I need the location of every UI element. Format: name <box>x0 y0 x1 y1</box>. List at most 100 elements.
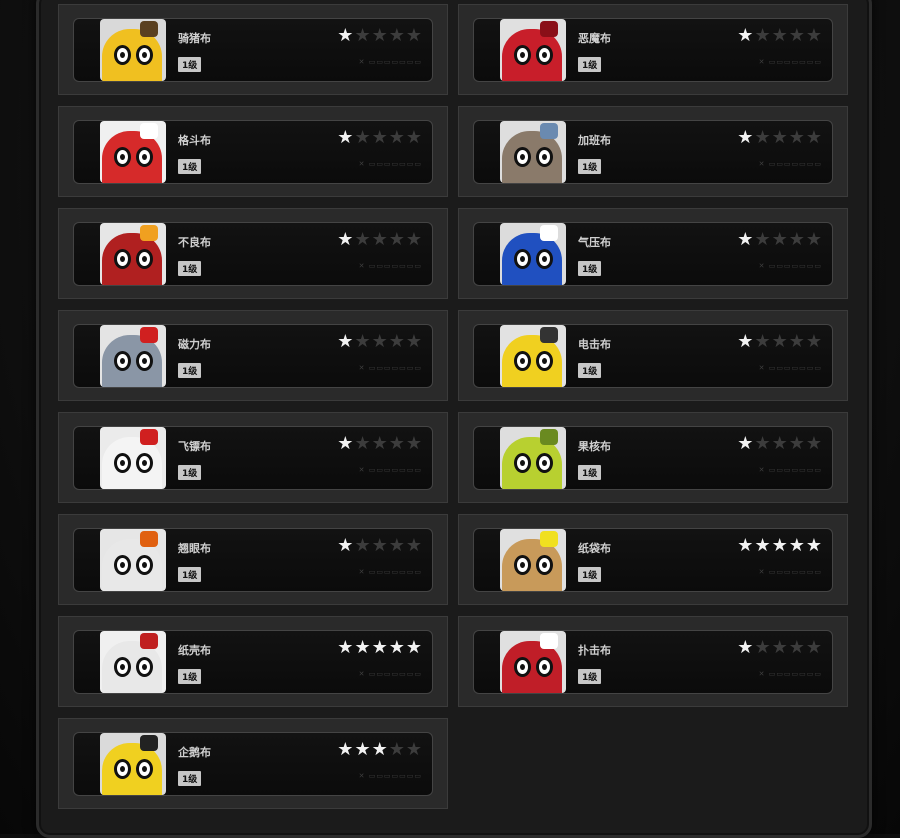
star-empty-icon: ★ <box>771 637 788 658</box>
experience-progress: ✕ ▭▭▭▭▭▭▭ <box>758 262 822 270</box>
character-card[interactable]: 翘眼布 1级 ★★★★★ ✕ ▭▭▭▭▭▭▭ <box>58 514 448 605</box>
character-card[interactable]: 纸壳布 1级 ★★★★★ ✕ ▭▭▭▭▭▭▭ <box>58 616 448 707</box>
star-filled-icon: ★ <box>737 25 754 46</box>
character-level-badge: 1级 <box>178 567 202 582</box>
character-card[interactable]: 磁力布 1级 ★★★★★ ✕ ▭▭▭▭▭▭▭ <box>58 310 448 401</box>
character-accessory <box>140 531 158 547</box>
star-empty-icon: ★ <box>354 535 371 556</box>
character-right-eye <box>136 147 153 167</box>
star-empty-icon: ★ <box>354 127 371 148</box>
star-empty-icon: ★ <box>805 331 822 352</box>
character-card[interactable]: 企鹅布 1级 ★★★★★ ✕ ▭▭▭▭▭▭▭ <box>58 718 448 809</box>
character-portrait <box>100 19 166 81</box>
card-inner-panel: 果核布 1级 ★★★★★ ✕ ▭▭▭▭▭▭▭ <box>473 426 833 490</box>
character-accessory <box>540 531 558 547</box>
star-empty-icon: ★ <box>405 229 422 250</box>
character-left-eye <box>514 657 531 677</box>
experience-progress: ✕ ▭▭▭▭▭▭▭ <box>358 670 422 678</box>
character-name: 不良布 <box>178 236 211 249</box>
star-empty-icon: ★ <box>388 25 405 46</box>
star-empty-icon: ★ <box>754 331 771 352</box>
character-accessory <box>540 123 558 139</box>
star-filled-icon: ★ <box>337 433 354 454</box>
character-right-eye <box>536 147 553 167</box>
character-right-eye <box>136 249 153 269</box>
star-empty-icon: ★ <box>405 433 422 454</box>
character-level-badge: 1级 <box>178 363 202 378</box>
character-level-badge: 1级 <box>178 771 202 786</box>
experience-progress: ✕ ▭▭▭▭▭▭▭ <box>358 466 422 474</box>
star-empty-icon: ★ <box>788 331 805 352</box>
character-right-eye <box>536 249 553 269</box>
character-card[interactable]: 不良布 1级 ★★★★★ ✕ ▭▭▭▭▭▭▭ <box>58 208 448 299</box>
card-inner-panel: 格斗布 1级 ★★★★★ ✕ ▭▭▭▭▭▭▭ <box>73 120 433 184</box>
star-empty-icon: ★ <box>771 331 788 352</box>
star-empty-icon: ★ <box>754 229 771 250</box>
star-rating: ★★★★★ <box>336 229 422 250</box>
character-card[interactable]: 格斗布 1级 ★★★★★ ✕ ▭▭▭▭▭▭▭ <box>58 106 448 197</box>
character-card[interactable]: 电击布 1级 ★★★★★ ✕ ▭▭▭▭▭▭▭ <box>458 310 848 401</box>
card-inner-panel: 纸袋布 1级 ★★★★★ ✕ ▭▭▭▭▭▭▭ <box>473 528 833 592</box>
character-name: 企鹅布 <box>178 746 211 759</box>
star-rating: ★★★★★ <box>736 433 822 454</box>
star-filled-icon: ★ <box>337 331 354 352</box>
character-card[interactable]: 恶魔布 1级 ★★★★★ ✕ ▭▭▭▭▭▭▭ <box>458 4 848 95</box>
character-card[interactable]: 扑击布 1级 ★★★★★ ✕ ▭▭▭▭▭▭▭ <box>458 616 848 707</box>
character-accessory <box>140 225 158 241</box>
character-card[interactable]: 气压布 1级 ★★★★★ ✕ ▭▭▭▭▭▭▭ <box>458 208 848 299</box>
character-card[interactable]: 纸袋布 1级 ★★★★★ ✕ ▭▭▭▭▭▭▭ <box>458 514 848 605</box>
star-rating: ★★★★★ <box>336 25 422 46</box>
star-empty-icon: ★ <box>354 229 371 250</box>
character-accessory <box>140 735 158 751</box>
star-rating: ★★★★★ <box>736 535 822 556</box>
experience-progress: ✕ ▭▭▭▭▭▭▭ <box>358 262 422 270</box>
character-level-badge: 1级 <box>178 159 202 174</box>
character-name: 格斗布 <box>178 134 211 147</box>
character-right-eye <box>536 453 553 473</box>
star-empty-icon: ★ <box>405 535 422 556</box>
star-empty-icon: ★ <box>805 433 822 454</box>
experience-progress: ✕ ▭▭▭▭▭▭▭ <box>358 772 422 780</box>
character-level-badge: 1级 <box>178 57 202 72</box>
character-level-badge: 1级 <box>578 567 602 582</box>
character-card[interactable]: 果核布 1级 ★★★★★ ✕ ▭▭▭▭▭▭▭ <box>458 412 848 503</box>
character-card[interactable]: 骑猪布 1级 ★★★★★ ✕ ▭▭▭▭▭▭▭ <box>58 4 448 95</box>
character-left-eye <box>514 351 531 371</box>
experience-progress: ✕ ▭▭▭▭▭▭▭ <box>758 364 822 372</box>
star-empty-icon: ★ <box>371 25 388 46</box>
star-empty-icon: ★ <box>371 535 388 556</box>
character-card[interactable]: 加班布 1级 ★★★★★ ✕ ▭▭▭▭▭▭▭ <box>458 106 848 197</box>
star-empty-icon: ★ <box>371 433 388 454</box>
character-right-eye <box>136 657 153 677</box>
character-grid: 骑猪布 1级 ★★★★★ ✕ ▭▭▭▭▭▭▭ 恶魔布 1级 ★★★★★ ✕ ▭▭… <box>58 4 848 809</box>
star-rating: ★★★★★ <box>736 25 822 46</box>
star-empty-icon: ★ <box>805 25 822 46</box>
character-accessory <box>540 429 558 445</box>
character-level-badge: 1级 <box>578 669 602 684</box>
experience-progress: ✕ ▭▭▭▭▭▭▭ <box>758 568 822 576</box>
star-filled-icon: ★ <box>737 331 754 352</box>
star-rating: ★★★★★ <box>736 637 822 658</box>
character-left-eye <box>514 555 531 575</box>
star-empty-icon: ★ <box>354 331 371 352</box>
star-rating: ★★★★★ <box>736 229 822 250</box>
character-accessory <box>540 327 558 343</box>
character-portrait <box>100 529 166 591</box>
star-filled-icon: ★ <box>337 535 354 556</box>
card-inner-panel: 纸壳布 1级 ★★★★★ ✕ ▭▭▭▭▭▭▭ <box>73 630 433 694</box>
star-empty-icon: ★ <box>371 331 388 352</box>
star-filled-icon: ★ <box>737 229 754 250</box>
character-right-eye <box>536 555 553 575</box>
star-empty-icon: ★ <box>354 25 371 46</box>
character-card[interactable]: 飞镖布 1级 ★★★★★ ✕ ▭▭▭▭▭▭▭ <box>58 412 448 503</box>
experience-progress: ✕ ▭▭▭▭▭▭▭ <box>758 670 822 678</box>
star-filled-icon: ★ <box>754 535 771 556</box>
character-portrait <box>500 529 566 591</box>
star-empty-icon: ★ <box>805 637 822 658</box>
character-right-eye <box>136 351 153 371</box>
star-filled-icon: ★ <box>337 637 354 658</box>
character-name: 纸袋布 <box>578 542 611 555</box>
experience-progress: ✕ ▭▭▭▭▭▭▭ <box>758 58 822 66</box>
experience-progress: ✕ ▭▭▭▭▭▭▭ <box>758 466 822 474</box>
character-right-eye <box>536 657 553 677</box>
